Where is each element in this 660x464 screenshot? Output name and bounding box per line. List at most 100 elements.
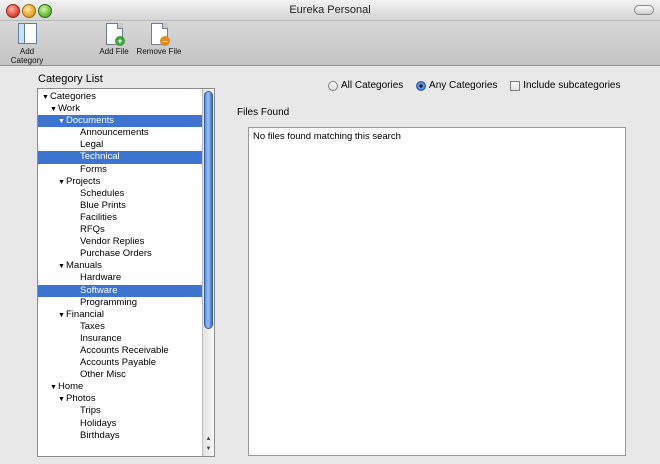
- category-tree-item-label: Insurance: [80, 332, 122, 344]
- category-tree-item-label: Purchase Orders: [80, 248, 152, 260]
- category-tree-item[interactable]: Accounts Payable: [38, 357, 202, 369]
- disclosure-triangle-icon[interactable]: ▼: [58, 177, 66, 189]
- category-tree-item[interactable]: Taxes: [38, 321, 202, 333]
- category-tree-item[interactable]: Legal: [38, 139, 202, 151]
- category-tree-item[interactable]: Blue Prints: [38, 200, 202, 212]
- category-tree-item[interactable]: ▼Financial: [38, 309, 202, 321]
- category-tree-item-label: Forms: [80, 163, 107, 175]
- disclosure-triangle-icon[interactable]: ▼: [58, 310, 66, 322]
- remove-file-label: Remove File: [136, 47, 182, 56]
- category-tree-item-label: Accounts Receivable: [80, 344, 169, 356]
- category-tree-item-label: Home: [58, 381, 84, 393]
- category-tree-item[interactable]: ▼Work: [38, 103, 202, 115]
- include-subcategories-label: Include subcategories: [523, 80, 621, 91]
- toolbar-toggle-button[interactable]: [634, 5, 654, 15]
- category-tree-item-label: RFQs: [80, 224, 105, 236]
- category-tree-item-label: Photos: [66, 393, 96, 405]
- category-icon: [16, 23, 38, 47]
- category-tree[interactable]: ▼Categories ▼Work ▼Documents Announcements L…: [37, 88, 215, 457]
- remove-file-icon: –: [148, 23, 170, 47]
- disclosure-triangle-icon[interactable]: ▼: [58, 116, 66, 128]
- scroll-down-arrow-icon[interactable]: ▼: [203, 444, 214, 454]
- category-tree-item-label: Financial: [66, 308, 105, 320]
- category-tree-item-label: Accounts Payable: [80, 357, 157, 369]
- category-tree-item[interactable]: Schedules: [38, 188, 202, 200]
- window-title: Eureka Personal: [289, 4, 371, 16]
- category-tree-item-label: Categories: [50, 91, 96, 102]
- category-tree-item[interactable]: Facilities: [38, 212, 202, 224]
- radio-icon: [416, 80, 427, 91]
- add-file-label: Add File: [99, 47, 129, 56]
- include-subcategories-checkbox[interactable]: Include subcategories: [510, 80, 621, 91]
- category-tree-item-label: Blue Prints: [80, 199, 126, 211]
- category-tree-item-label: Trips: [80, 405, 101, 417]
- files-found-label: Files Found: [237, 107, 290, 118]
- any-categories-radio[interactable]: Any Categories: [416, 80, 497, 91]
- category-tree-item[interactable]: Hardware: [38, 272, 202, 284]
- category-tree-item-label: Birthdays: [80, 429, 120, 441]
- category-tree-item[interactable]: ▼Manuals: [38, 260, 202, 272]
- category-tree-item-label: Holidays: [80, 417, 117, 429]
- empty-results-message: No files found matching this search: [253, 131, 401, 142]
- category-tree-item[interactable]: ▼Categories: [38, 91, 202, 103]
- add-category-label: Add Category: [10, 47, 44, 65]
- category-tree-item-label: Announcements: [80, 127, 149, 139]
- category-tree-item-label: Schedules: [80, 187, 125, 199]
- category-tree-item-label: Hardware: [80, 272, 122, 284]
- add-file-button[interactable]: + Add File: [96, 23, 132, 56]
- disclosure-triangle-icon[interactable]: ▼: [42, 92, 50, 104]
- category-tree-item[interactable]: RFQs: [38, 224, 202, 236]
- category-tree-item-label: Facilities: [80, 211, 117, 223]
- toolbar: Add Category + Add File – Remove File: [0, 21, 660, 66]
- category-tree-item[interactable]: Purchase Orders: [38, 248, 202, 260]
- category-tree-item[interactable]: Insurance: [38, 333, 202, 345]
- category-tree-item-label: Manuals: [66, 260, 102, 272]
- category-tree-item[interactable]: Birthdays: [38, 430, 202, 442]
- category-tree-rows: ▼Categories ▼Work ▼Documents Announcements L…: [38, 91, 202, 442]
- category-list-label: Category List: [38, 73, 103, 85]
- remove-file-button[interactable]: – Remove File: [134, 23, 184, 56]
- category-tree-item[interactable]: Trips: [38, 405, 202, 417]
- disclosure-triangle-icon[interactable]: ▼: [58, 394, 66, 406]
- files-found-list[interactable]: No files found matching this search: [248, 127, 626, 456]
- category-tree-item[interactable]: ▼Projects: [38, 176, 202, 188]
- title-bar: Eureka Personal: [0, 0, 660, 21]
- category-tree-item[interactable]: Software: [38, 284, 202, 297]
- category-tree-item[interactable]: Other Misc: [38, 369, 202, 381]
- all-categories-radio[interactable]: All Categories: [328, 80, 403, 91]
- category-tree-item[interactable]: Programming: [38, 297, 202, 309]
- category-tree-item[interactable]: Vendor Replies: [38, 236, 202, 248]
- category-tree-item-label: Projects: [66, 175, 101, 187]
- search-scope-options: All Categories Any Categories Include su…: [328, 80, 631, 94]
- category-tree-item[interactable]: Technical: [38, 151, 202, 164]
- category-tree-item-label: Work: [58, 103, 80, 115]
- category-tree-item-label: Programming: [80, 296, 138, 308]
- category-tree-item-label: Technical: [80, 151, 120, 163]
- category-tree-item-label: Legal: [80, 139, 104, 151]
- scrollbar-thumb[interactable]: [204, 91, 213, 329]
- scroll-up-arrow-icon[interactable]: ▲: [203, 434, 214, 444]
- category-tree-item-label: Taxes: [80, 320, 105, 332]
- category-tree-item-label: Documents: [66, 115, 115, 127]
- disclosure-triangle-icon[interactable]: ▼: [50, 382, 58, 394]
- category-tree-item[interactable]: Holidays: [38, 418, 202, 430]
- all-categories-label: All Categories: [341, 80, 404, 91]
- add-category-button[interactable]: Add Category: [5, 23, 49, 65]
- add-file-icon: +: [103, 23, 125, 47]
- category-tree-item-label: Software: [80, 284, 118, 296]
- category-tree-item-label: Vendor Replies: [80, 236, 145, 248]
- checkbox-icon: [510, 80, 521, 91]
- category-tree-item[interactable]: Accounts Receivable: [38, 345, 202, 357]
- disclosure-triangle-icon[interactable]: ▼: [58, 261, 66, 273]
- category-tree-item[interactable]: ▼Photos: [38, 393, 202, 405]
- category-tree-item-label: Other Misc: [80, 369, 126, 381]
- disclosure-triangle-icon[interactable]: ▼: [50, 104, 58, 116]
- category-tree-item[interactable]: Forms: [38, 164, 202, 176]
- any-categories-label: Any Categories: [429, 80, 498, 91]
- category-tree-item[interactable]: ▼Home: [38, 381, 202, 393]
- app-window: Eureka Personal Add Category + Add File …: [0, 0, 660, 464]
- category-scrollbar[interactable]: ▲ ▼: [202, 89, 214, 456]
- category-tree-item[interactable]: ▼Documents: [38, 115, 202, 128]
- radio-icon: [328, 80, 338, 91]
- category-tree-item[interactable]: Announcements: [38, 127, 202, 139]
